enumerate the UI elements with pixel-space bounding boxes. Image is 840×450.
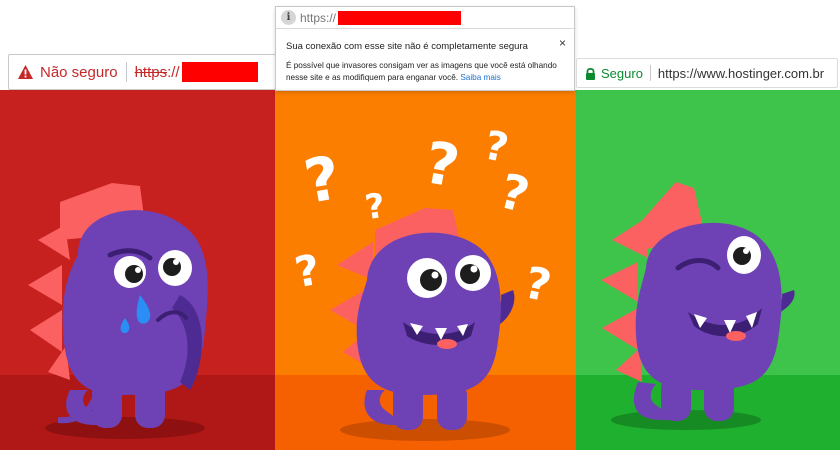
learn-more-link[interactable]: Saiba mais xyxy=(460,73,501,82)
popup-title: Sua conexão com esse site não é completa… xyxy=(286,41,528,52)
popup-url-row: i https:// xyxy=(276,7,576,29)
confused-monster-illustration: ? ? ? ? ? ? ? xyxy=(275,90,576,450)
insecure-address-bar[interactable]: Não seguro https :// xyxy=(8,54,276,90)
warning-triangle-icon xyxy=(17,64,34,80)
info-icon[interactable]: i xyxy=(281,10,296,25)
insecure-label[interactable]: Não seguro xyxy=(40,64,118,81)
popup-body: É possível que invasores consigam ver as… xyxy=(286,60,568,84)
popup-url-scheme: https:// xyxy=(300,10,337,25)
panel-secure xyxy=(576,90,840,450)
panel-insecure xyxy=(0,90,275,450)
lock-icon xyxy=(585,67,596,80)
happy-monster-illustration xyxy=(576,90,840,450)
close-icon[interactable]: × xyxy=(559,36,566,50)
redacted-domain xyxy=(338,10,462,25)
site-info-popup: i https:// Sua conexão com esse site não… xyxy=(275,6,576,91)
url-scheme-struck: https xyxy=(134,63,168,81)
redacted-domain xyxy=(181,62,258,82)
popup-body-text: É possível que invasores consigam ver as… xyxy=(286,61,557,82)
url-text[interactable]: https://www.hostinger.com.br xyxy=(658,66,824,81)
sad-monster-illustration xyxy=(0,90,275,450)
secure-label[interactable]: Seguro xyxy=(601,66,643,81)
panel-partial: ? ? ? ? ? ? ? xyxy=(275,90,576,450)
url-slashes: :// xyxy=(167,63,180,81)
separator xyxy=(649,65,651,81)
separator xyxy=(125,62,127,82)
secure-address-bar[interactable]: Seguro https://www.hostinger.com.br xyxy=(576,58,838,88)
